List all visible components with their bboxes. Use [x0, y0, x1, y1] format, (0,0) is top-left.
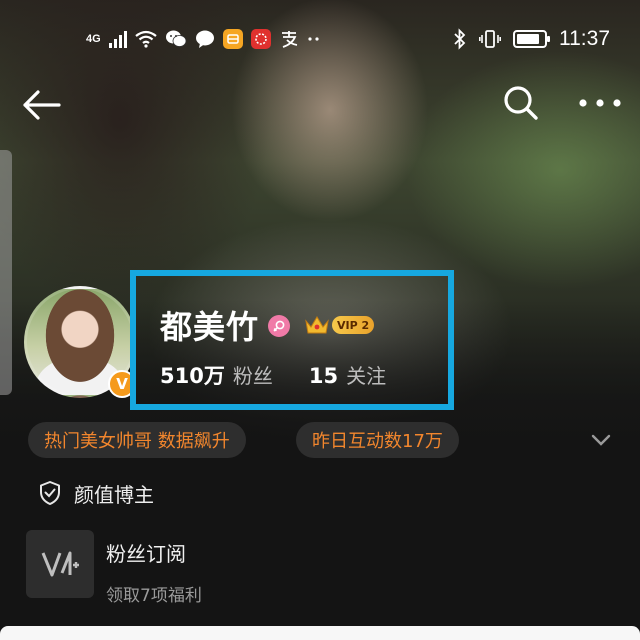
tag-hot-ranking[interactable]: 热门美女帅哥 数据飙升 — [28, 422, 246, 458]
network-type: 4G — [86, 33, 101, 45]
expand-button[interactable] — [588, 428, 614, 452]
subscription-icon — [26, 530, 94, 598]
more-options-button[interactable] — [572, 80, 628, 126]
orange-app-icon — [222, 29, 243, 49]
back-arrow-icon — [23, 90, 61, 120]
tag-interactions[interactable]: 昨日互动数17万 — [296, 422, 459, 458]
status-bar: 4G 11:37 — [0, 0, 640, 72]
profile-screen: 4G 11:37 V 都美竹 VIP 2 510万 粉丝 15 关注 热门美女帅… — [0, 0, 640, 640]
battery-fill — [517, 34, 539, 44]
signal-icon — [108, 30, 127, 48]
bluetooth-icon — [454, 28, 466, 50]
status-bar-right: 11:37 — [453, 26, 610, 52]
side-scroll-handle[interactable] — [0, 150, 12, 395]
status-bar-left: 4G — [86, 26, 321, 52]
shield-check-icon — [40, 481, 60, 505]
search-button[interactable] — [498, 80, 544, 126]
wifi-icon — [135, 30, 157, 48]
alipay-icon — [281, 31, 297, 48]
wechat-icon — [165, 30, 187, 47]
message-icon — [195, 30, 214, 48]
clock: 11:37 — [559, 27, 610, 50]
certification-row[interactable]: 颜值博主 — [38, 478, 154, 508]
subscription-title: 粉丝订阅 — [106, 542, 186, 566]
subscription-texts: 粉丝订阅 领取7项福利 — [106, 530, 202, 606]
subscription-subtitle: 领取7项福利 — [106, 586, 202, 606]
search-icon — [504, 86, 538, 120]
certification-label: 颜值博主 — [74, 482, 154, 507]
back-button[interactable] — [18, 82, 64, 128]
highlight-box — [130, 270, 454, 410]
battery-icon — [513, 30, 550, 48]
more-dots-icon — [308, 37, 319, 41]
vibrate-icon — [479, 30, 501, 48]
fan-subscription-row[interactable]: 粉丝订阅 领取7项福利 — [26, 530, 626, 606]
chevron-down-icon — [591, 434, 611, 446]
more-icon — [579, 99, 621, 107]
red-app-icon — [250, 29, 271, 49]
bottom-sheet-edge — [0, 626, 640, 640]
